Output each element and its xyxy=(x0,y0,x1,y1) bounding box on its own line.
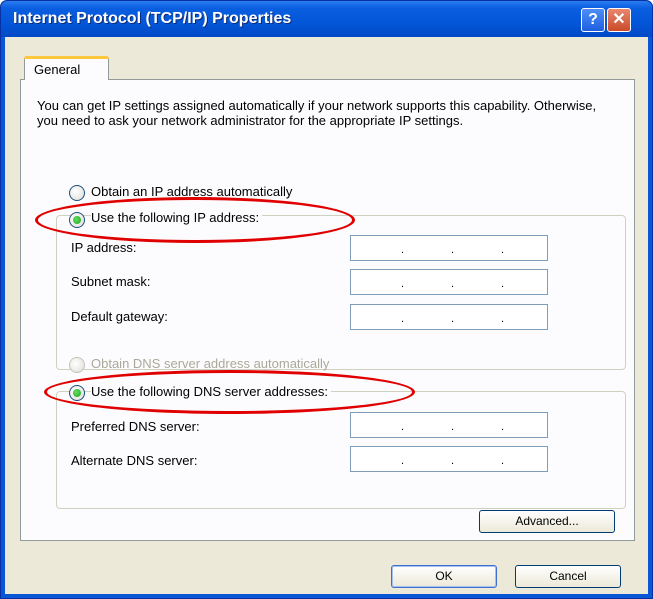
preferred-dns-input[interactable]: ... xyxy=(350,412,548,438)
tab-general-label: General xyxy=(34,62,81,77)
general-tab-page: You can get IP settings assigned automat… xyxy=(20,79,635,541)
dialog-window: Internet Protocol (TCP/IP) Properties ? … xyxy=(0,0,653,599)
default-gateway-input[interactable]: ... xyxy=(350,304,548,330)
ip-address-input[interactable]: ... xyxy=(350,235,548,261)
intro-text: You can get IP settings assigned automat… xyxy=(37,98,597,128)
preferred-dns-label: Preferred DNS server: xyxy=(71,419,200,434)
tab-general[interactable]: General xyxy=(24,56,109,80)
help-icon[interactable]: ? xyxy=(581,8,605,32)
close-icon[interactable]: ✕ xyxy=(607,8,631,32)
use-following-dns-label[interactable]: Use the following DNS server addresses: xyxy=(91,384,331,399)
use-following-ip-radio[interactable] xyxy=(69,212,85,228)
dialog-body: General You can get IP settings assigned… xyxy=(5,37,648,594)
subnet-mask-input[interactable]: ... xyxy=(350,269,548,295)
obtain-ip-auto-radio[interactable] xyxy=(69,185,85,201)
alternate-dns-input[interactable]: ... xyxy=(350,446,548,472)
use-following-ip-label[interactable]: Use the following IP address: xyxy=(91,210,263,225)
cancel-button[interactable]: Cancel xyxy=(515,565,621,588)
obtain-ip-auto-label[interactable]: Obtain an IP address automatically xyxy=(91,184,292,199)
window-title: Internet Protocol (TCP/IP) Properties xyxy=(13,10,292,27)
alternate-dns-label: Alternate DNS server: xyxy=(71,453,198,468)
obtain-dns-auto-radio[interactable] xyxy=(69,357,85,373)
ok-button[interactable]: OK xyxy=(391,565,497,588)
subnet-mask-label: Subnet mask: xyxy=(71,274,151,289)
use-following-dns-radio[interactable] xyxy=(69,385,85,401)
advanced-button[interactable]: Advanced... xyxy=(479,510,615,533)
default-gateway-label: Default gateway: xyxy=(71,309,168,324)
title-bar[interactable]: Internet Protocol (TCP/IP) Properties ? … xyxy=(1,1,652,37)
obtain-dns-auto-label[interactable]: Obtain DNS server address automatically xyxy=(91,356,329,371)
ip-address-label: IP address: xyxy=(71,240,137,255)
